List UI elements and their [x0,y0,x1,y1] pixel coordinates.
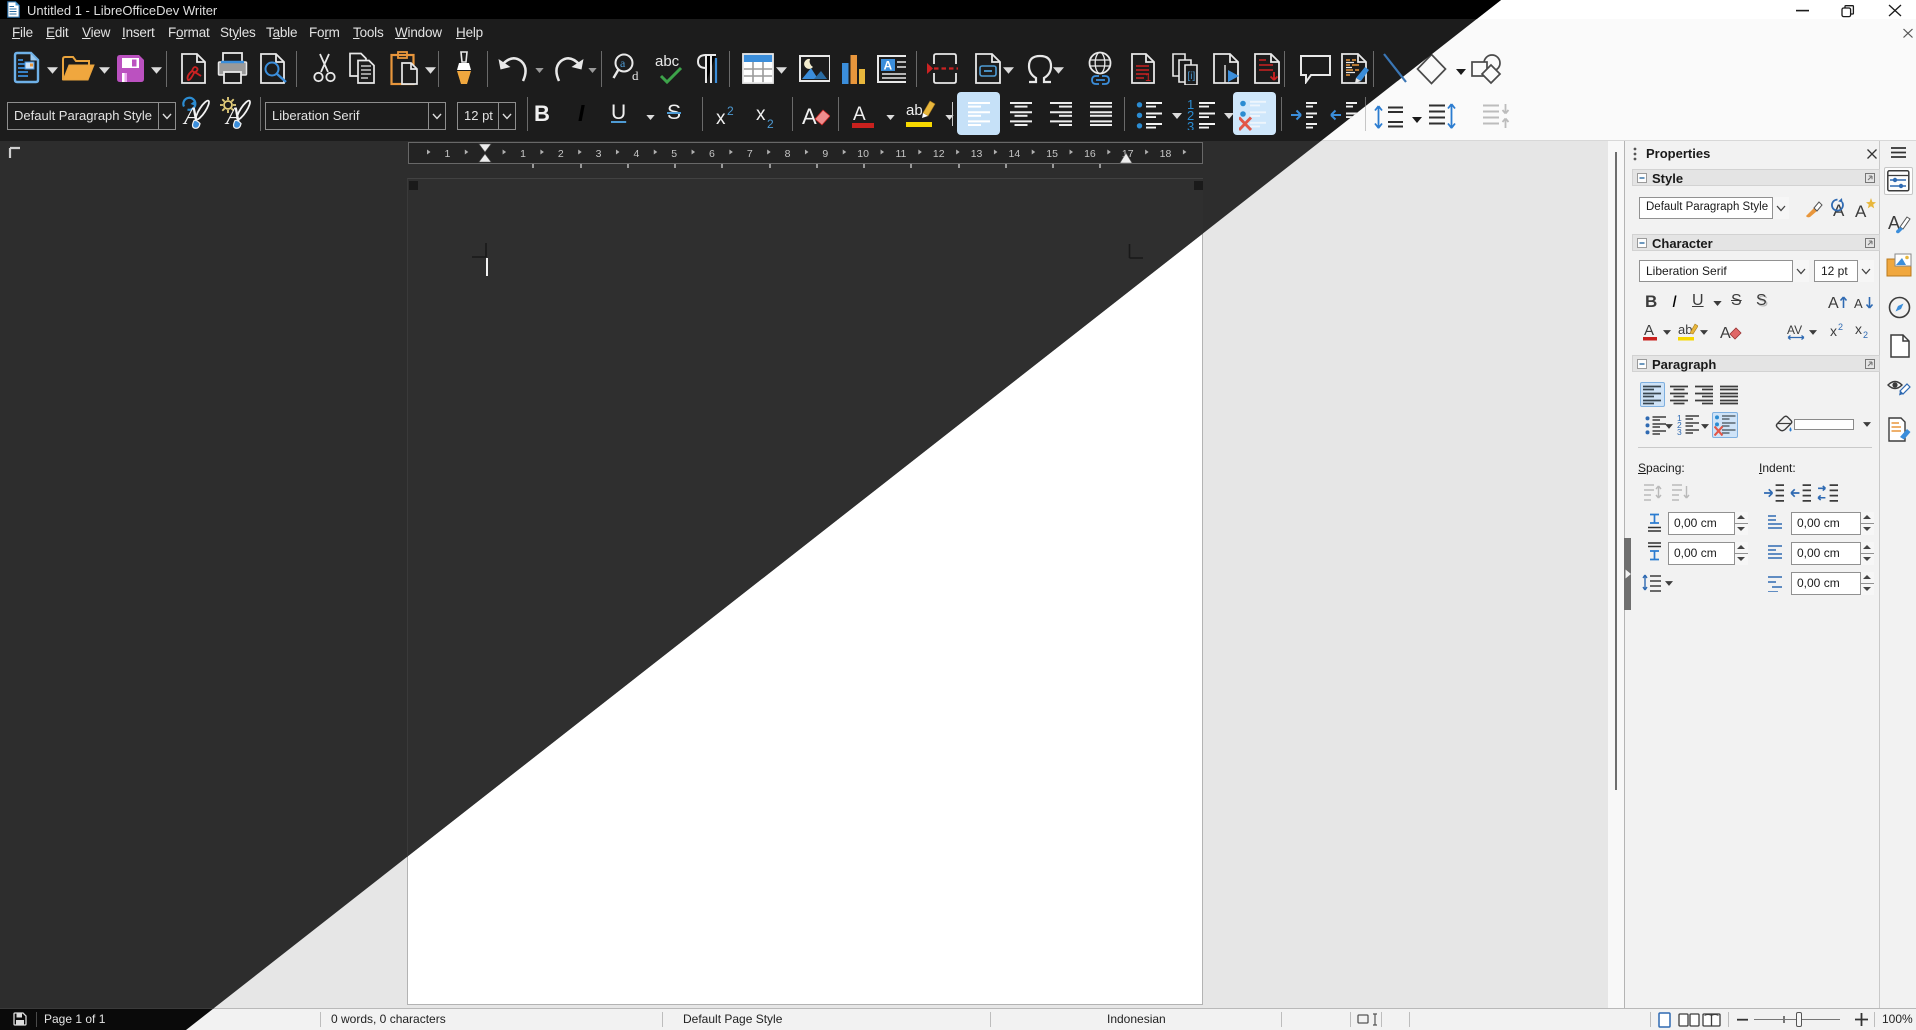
svg-text:a: a [620,56,626,70]
svg-text:8: 8 [785,148,791,160]
svg-text:1: 1 [520,148,526,160]
svg-text:ab: ab [906,102,923,119]
svg-text:13: 13 [971,148,983,160]
svg-text:A: A [1855,202,1867,219]
svg-text:1: 1 [444,148,450,160]
svg-text:3: 3 [1677,427,1682,436]
svg-text:[i]: [i] [1188,71,1196,82]
svg-text:2: 2 [1863,330,1868,338]
svg-text:14: 14 [1008,148,1020,160]
svg-text:d: d [632,68,639,83]
svg-text:15: 15 [1046,148,1058,160]
svg-text:A: A [884,59,893,73]
svg-text:2: 2 [1838,322,1843,332]
svg-text:11: 11 [895,148,906,160]
svg-text:3: 3 [596,148,602,160]
svg-text:5: 5 [671,148,677,160]
svg-text:x: x [1830,323,1837,338]
svg-text:x: x [716,108,726,128]
svg-text:2: 2 [767,117,774,128]
svg-text:16: 16 [1084,148,1096,160]
svg-text:9: 9 [822,148,828,160]
svg-text:18: 18 [1160,148,1172,160]
svg-text:abc: abc [655,53,680,70]
svg-text:x: x [1855,322,1862,337]
svg-text:1: 1 [1145,72,1151,84]
svg-text:12: 12 [933,148,945,160]
svg-text:10: 10 [857,148,869,160]
svg-text:A: A [802,104,817,129]
svg-text:A: A [1854,296,1863,311]
svg-text:ab: ab [1678,322,1692,337]
svg-text:A: A [1828,295,1839,311]
svg-text:6: 6 [709,148,715,160]
svg-text:A: A [1644,322,1654,339]
svg-text:4: 4 [633,148,639,160]
svg-text:x: x [756,104,766,125]
svg-text:7: 7 [747,148,753,160]
svg-text:2: 2 [558,148,564,160]
svg-text:A: A [853,104,866,125]
svg-text:AV: AV [1787,323,1802,337]
svg-text:2: 2 [727,104,734,118]
svg-text:A: A [1720,325,1731,342]
svg-text:3: 3 [1187,119,1194,130]
